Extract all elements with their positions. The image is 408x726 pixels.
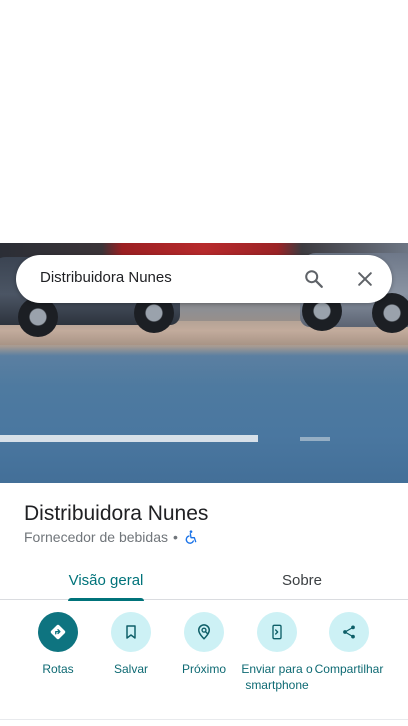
directions-circle[interactable] <box>38 612 78 652</box>
save-label: Salvar <box>113 662 148 676</box>
separator-dot: • <box>173 529 178 545</box>
share-circle[interactable] <box>329 612 369 652</box>
close-icon <box>358 272 372 286</box>
send-to-phone-icon <box>272 624 282 640</box>
photo-lane-marking <box>300 437 330 441</box>
place-name: Distribuidora Nunes <box>24 502 209 525</box>
map-blank-area <box>0 0 408 243</box>
share-button[interactable]: Compartilhar <box>312 612 386 677</box>
place-tabs: Visão geral Sobre <box>0 560 408 601</box>
save-circle[interactable] <box>111 612 151 652</box>
save-button[interactable]: Salvar <box>94 612 168 677</box>
search-button[interactable] <box>300 265 328 293</box>
photo-wheel <box>18 297 58 337</box>
send-to-phone-label: Enviar para o smartphone <box>241 662 313 692</box>
action-buttons: Rotas Salvar Próximo Enviar para o smart… <box>0 612 408 712</box>
nearby-circle[interactable] <box>184 612 224 652</box>
tab-overview[interactable]: Visão geral <box>34 560 178 601</box>
search-icon <box>305 270 323 288</box>
bookmark-icon <box>126 625 136 639</box>
directions-label: Rotas <box>42 662 74 676</box>
search-bar[interactable]: Distribuidora Nunes <box>16 255 392 303</box>
share-label: Compartilhar <box>314 662 384 676</box>
send-to-phone-button[interactable]: Enviar para o smartphone <box>240 612 314 693</box>
search-query[interactable]: Distribuidora Nunes <box>40 269 172 286</box>
send-to-phone-circle[interactable] <box>257 612 297 652</box>
tab-about[interactable]: Sobre <box>232 560 372 600</box>
close-button[interactable] <box>351 265 379 293</box>
bottom-divider <box>0 719 408 720</box>
directions-button[interactable]: Rotas <box>21 612 95 677</box>
wheelchair-accessible-icon <box>185 530 197 544</box>
share-icon <box>343 625 355 639</box>
place-category[interactable]: Fornecedor de bebidas <box>24 529 168 545</box>
directions-icon <box>50 624 66 640</box>
nearby-icon <box>197 624 211 640</box>
nearby-label: Próximo <box>181 662 226 676</box>
nearby-button[interactable]: Próximo <box>167 612 241 677</box>
photo-lane-marking <box>0 435 258 442</box>
place-subtitle: Fornecedor de bebidas • <box>24 529 199 545</box>
